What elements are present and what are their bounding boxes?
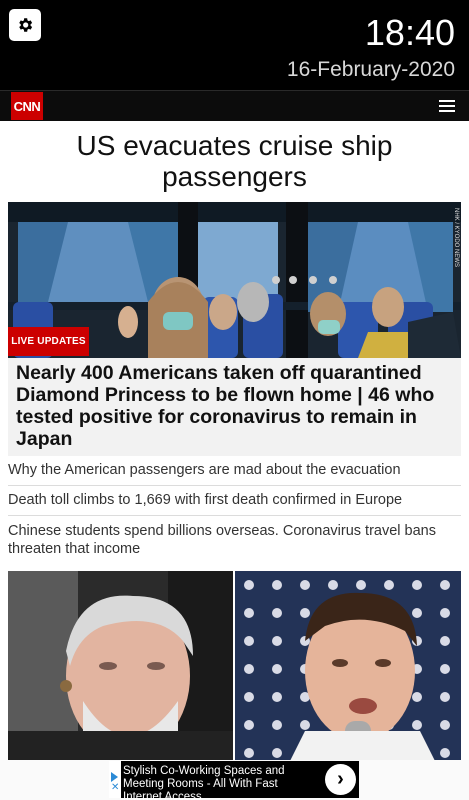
lead-story[interactable]: Nearly 400 Americans taken off quarantin… bbox=[8, 358, 461, 456]
live-updates-badge: LIVE UPDATES bbox=[8, 327, 89, 356]
lead-story-text: Nearly 400 Americans taken off quarantin… bbox=[16, 362, 435, 450]
clock-time: 18:40 bbox=[364, 12, 455, 53]
site-header: CNN bbox=[0, 90, 469, 121]
divider bbox=[8, 515, 461, 516]
settings-button[interactable] bbox=[9, 9, 41, 41]
story-photo-right[interactable] bbox=[235, 571, 461, 761]
man-speaking-photo bbox=[235, 571, 461, 761]
man-portrait-photo bbox=[8, 571, 233, 761]
divider bbox=[8, 485, 461, 486]
gear-icon bbox=[19, 18, 33, 32]
ad-choices-icon[interactable]: ✕ bbox=[109, 761, 121, 798]
hamburger-menu-icon[interactable] bbox=[439, 98, 455, 114]
story-photo-left[interactable] bbox=[8, 571, 233, 761]
banner-ad[interactable]: ✕ Stylish Co-Working Spaces and Meeting … bbox=[109, 761, 359, 800]
photo-credit: NHK / KYODO NEWS bbox=[453, 208, 459, 268]
chevron-right-icon[interactable]: › bbox=[325, 764, 356, 795]
page-headline[interactable]: US evacuates cruise ship passengers bbox=[20, 130, 449, 192]
cnn-logo[interactable]: CNN bbox=[11, 92, 43, 120]
story-link-2[interactable]: Death toll climbs to 1,669 with first de… bbox=[8, 491, 461, 509]
status-bar: 18:40 16-February-2020 bbox=[0, 0, 469, 90]
ad-text: Stylish Co-Working Spaces and Meeting Ro… bbox=[123, 765, 285, 800]
story-link-3[interactable]: Chinese students spend billions overseas… bbox=[8, 522, 461, 558]
story-link-1[interactable]: Why the American passengers are mad abou… bbox=[8, 461, 461, 479]
clock-date: 16-February-2020 bbox=[286, 58, 455, 81]
